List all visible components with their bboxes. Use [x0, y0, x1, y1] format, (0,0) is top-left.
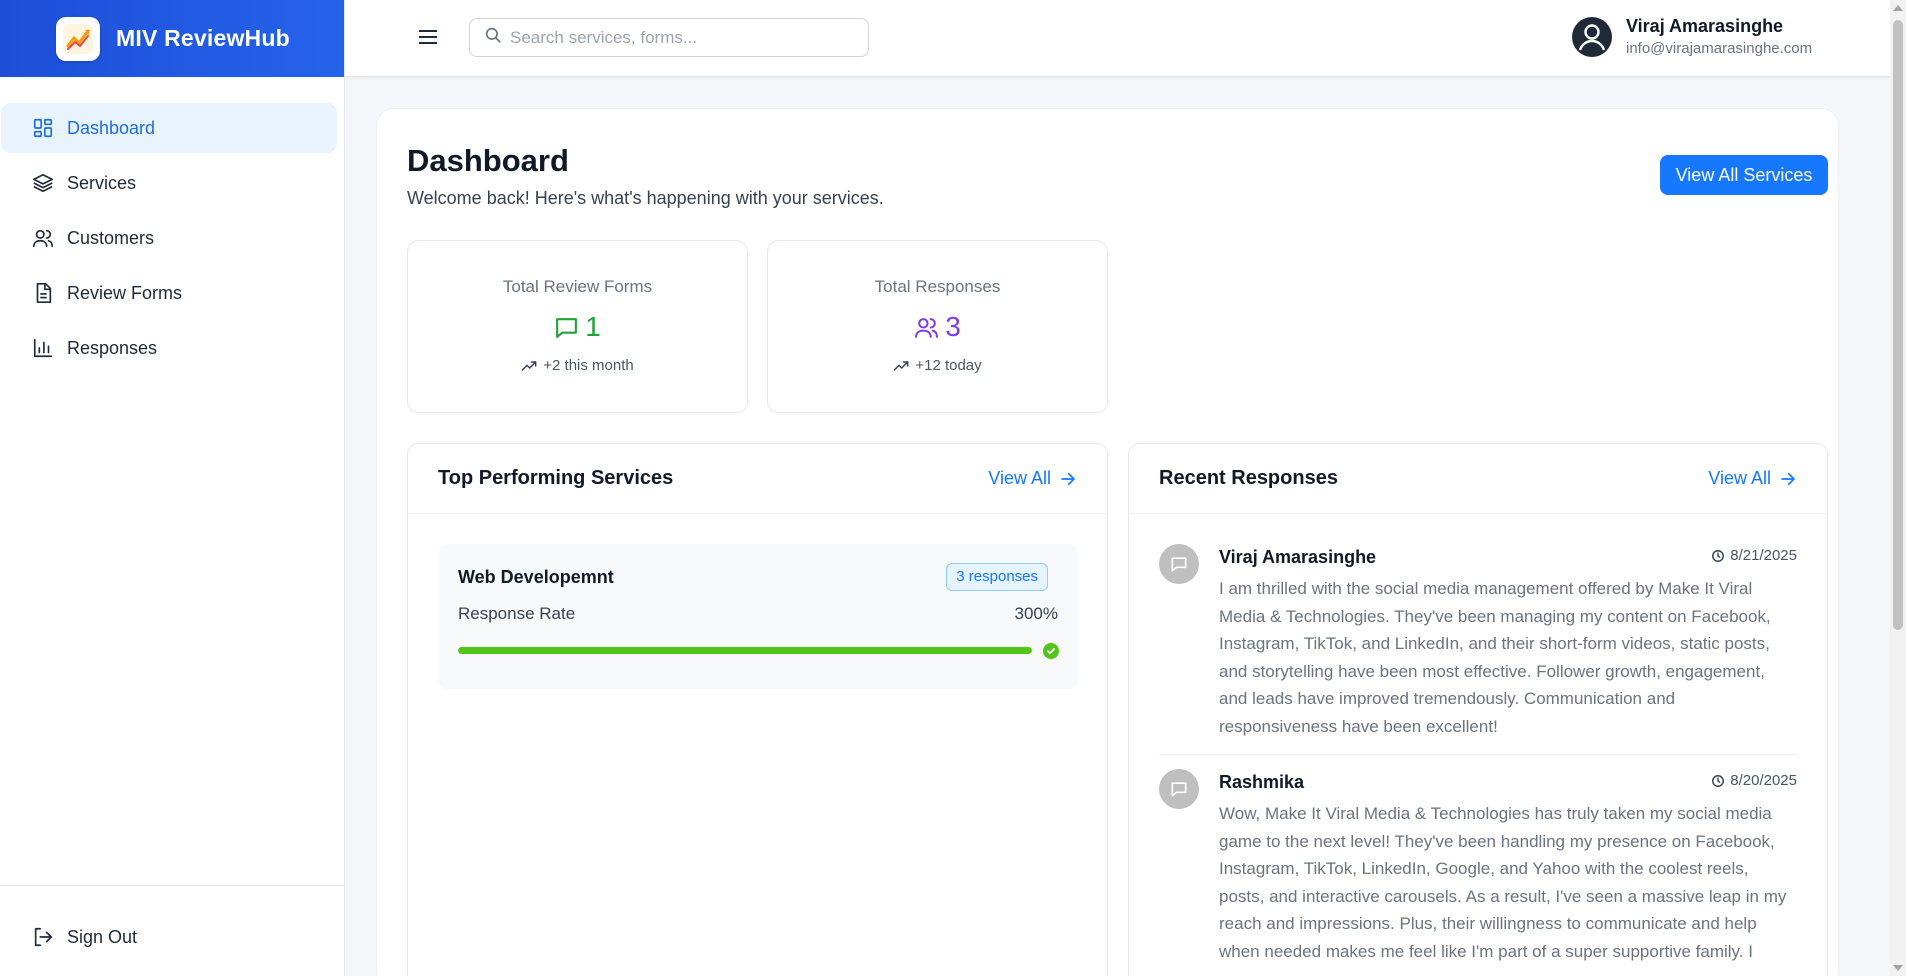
stat-value: 3: [768, 311, 1107, 343]
list-item[interactable]: Rashmika 8/20/2025 Wow, Make It Viral Me…: [1159, 769, 1797, 976]
menu-icon[interactable]: [415, 24, 441, 50]
clock-icon: [1712, 774, 1725, 787]
stat-label: Total Review Forms: [502, 277, 653, 296]
panel-header: Top Performing Services View All: [408, 444, 1107, 514]
progress-fill: [458, 647, 1032, 654]
sidebar-item-label: Services: [67, 172, 137, 193]
avatar[interactable]: [1572, 16, 1612, 57]
log-out-icon: [31, 925, 55, 949]
users-icon: [915, 317, 939, 338]
view-all-label: View All: [1708, 468, 1771, 488]
search-box[interactable]: [469, 18, 869, 57]
user-name: Viraj Amarasinghe: [1626, 16, 1784, 36]
message-square-icon: [556, 317, 578, 338]
dashboard-icon: [31, 116, 55, 140]
sign-out-button[interactable]: Sign Out: [1, 912, 337, 962]
brand-logo-icon[interactable]: [56, 16, 100, 61]
sidebar: MIV ReviewHub Dashboard Services Custome…: [0, 0, 345, 976]
top-header: Viraj Amarasinghe info@virajamarasinghe.…: [345, 0, 1890, 77]
stat-trend-text: +12 today: [915, 357, 982, 374]
response-date: 8/21/2025: [1711, 547, 1797, 564]
response-rate-progress: [458, 647, 1032, 654]
stat-value: 1: [408, 311, 747, 343]
sidebar-item-dashboard[interactable]: Dashboard: [1, 103, 337, 153]
bar-chart-icon: [31, 336, 55, 360]
view-all-services-button[interactable]: View All Services: [1660, 155, 1828, 195]
search-icon: [484, 26, 502, 49]
response-rate-label: Response Rate: [458, 604, 576, 623]
response-rate-value: 300%: [1014, 604, 1058, 623]
response-date-text: 8/20/2025: [1730, 772, 1797, 789]
sidebar-item-label: Review Forms: [67, 282, 183, 303]
stat-trend: +12 today: [768, 357, 1107, 374]
view-all-responses-link[interactable]: View All: [1708, 468, 1797, 489]
scroll-down-arrow-icon[interactable]: [1893, 965, 1903, 971]
user-email: info@virajamarasinghe.com: [1626, 40, 1813, 57]
sidebar-item-label: Responses: [67, 337, 158, 358]
user-menu[interactable]: Viraj Amarasinghe info@virajamarasinghe.…: [1572, 16, 1812, 57]
layers-icon: [31, 171, 55, 195]
sidebar-item-label: Customers: [67, 227, 155, 248]
message-icon: [1159, 769, 1199, 809]
scrollbar-thumb[interactable]: [1893, 20, 1903, 630]
stat-card-responses: Total Responses 3 +12 today: [767, 240, 1108, 413]
stat-trend-text: +2 this month: [543, 357, 634, 374]
response-text: I am thrilled with the social media mana…: [1219, 579, 1771, 736]
search-input[interactable]: [510, 27, 850, 48]
sidebar-item-customers[interactable]: Customers: [1, 213, 337, 263]
sidebar-item-review-forms[interactable]: Review Forms: [1, 268, 337, 318]
clock-icon: [1712, 549, 1725, 562]
sidebar-nav: Dashboard Services Customers Review Form…: [0, 77, 344, 373]
response-text: Wow, Make It Viral Media & Technologies …: [1219, 804, 1787, 961]
trending-up-icon: [521, 360, 537, 371]
check-circle-icon: [1043, 643, 1059, 659]
stat-label: Total Responses: [874, 277, 1001, 296]
brand-bar: MIV ReviewHub: [0, 0, 344, 77]
arrow-right-icon: [1061, 472, 1075, 485]
panel-header: Recent Responses View All: [1129, 444, 1827, 514]
scroll-up-arrow-icon[interactable]: [1893, 5, 1903, 11]
dashboard-card: Dashboard Welcome back! Here's what's ha…: [376, 108, 1839, 976]
panel-title: Recent Responses: [1159, 467, 1338, 489]
response-date: 8/20/2025: [1711, 772, 1797, 789]
sidebar-footer: Sign Out: [0, 885, 344, 976]
stat-trend: +2 this month: [408, 357, 747, 374]
stat-value-number: 1: [585, 311, 601, 342]
recent-responses-panel: Recent Responses View All Viraj Amarasin…: [1128, 443, 1828, 976]
service-item[interactable]: Web Developemnt 3 responses Response Rat…: [438, 544, 1078, 689]
stat-value-number: 3: [945, 311, 961, 342]
page-subtitle: Welcome back! Here's what's happening wi…: [407, 188, 884, 208]
sign-out-label: Sign Out: [67, 926, 138, 947]
sidebar-item-responses[interactable]: Responses: [1, 323, 337, 373]
view-all-services-link[interactable]: View All: [988, 468, 1077, 489]
view-all-label: View All: [988, 468, 1051, 488]
users-icon: [31, 226, 55, 250]
arrow-right-icon: [1781, 472, 1795, 485]
list-item[interactable]: Viraj Amarasinghe 8/21/2025 I am thrille…: [1159, 544, 1797, 755]
brand-name[interactable]: MIV ReviewHub: [116, 25, 290, 52]
page-title: Dashboard: [407, 143, 569, 178]
responses-list: Viraj Amarasinghe 8/21/2025 I am thrille…: [1159, 544, 1797, 976]
page-scrollbar[interactable]: [1890, 0, 1906, 976]
message-icon: [1159, 544, 1199, 584]
top-services-panel: Top Performing Services View All Web Dev…: [407, 443, 1108, 976]
sidebar-item-services[interactable]: Services: [1, 158, 337, 208]
responses-badge: 3 responses: [946, 563, 1048, 591]
stat-card-review-forms: Total Review Forms 1 +2 this month: [407, 240, 748, 413]
service-name: Web Developemnt: [458, 567, 614, 587]
trending-up-icon: [893, 360, 909, 371]
response-date-text: 8/21/2025: [1730, 547, 1797, 564]
file-text-icon: [31, 281, 55, 305]
sidebar-item-label: Dashboard: [67, 117, 156, 138]
panel-title: Top Performing Services: [438, 467, 674, 489]
